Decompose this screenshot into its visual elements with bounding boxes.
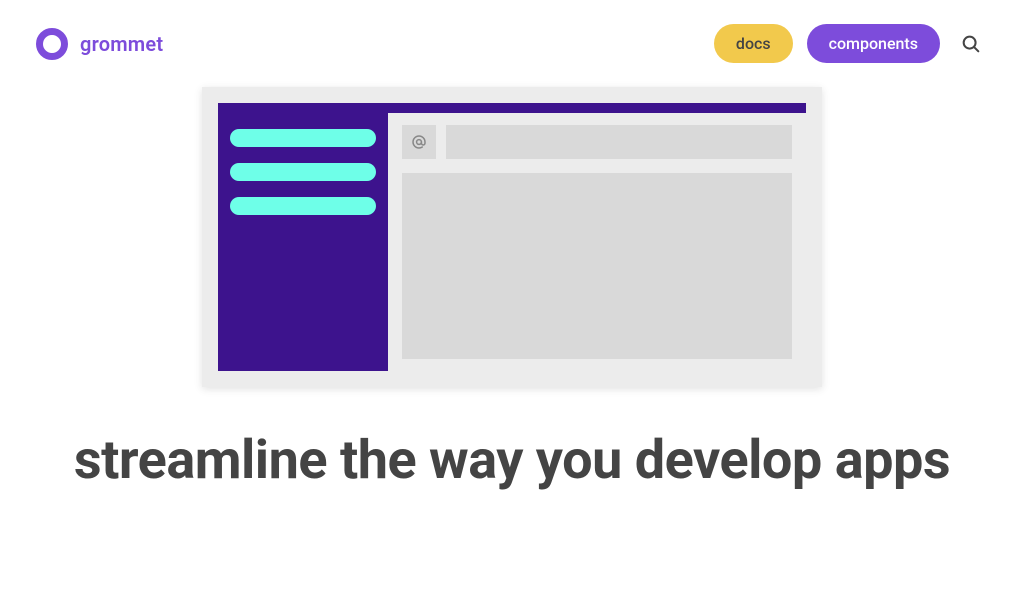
at-icon [402, 125, 436, 159]
brand-name: grommet [80, 32, 163, 56]
top-nav: docs components [714, 24, 988, 63]
mockup-nav-item [230, 129, 376, 147]
hero-illustration-wrap [0, 87, 1024, 387]
mockup-nav-item [230, 197, 376, 215]
mockup-nav-item [230, 163, 376, 181]
app-mockup-inner [218, 103, 806, 371]
mockup-topbar [218, 103, 806, 113]
mockup-content-placeholder [402, 173, 792, 359]
site-header: grommet docs components [0, 0, 1024, 87]
mockup-input-row [402, 125, 792, 159]
docs-button[interactable]: docs [714, 24, 793, 63]
brand-link[interactable]: grommet [36, 28, 163, 60]
mockup-sidebar [218, 113, 388, 371]
grommet-logo-icon [36, 28, 68, 60]
mockup-input-placeholder [446, 125, 792, 159]
hero-headline: streamline the way you develop apps [0, 431, 1024, 491]
search-icon [960, 33, 982, 55]
components-button[interactable]: components [807, 24, 940, 63]
search-button[interactable] [954, 27, 988, 61]
mockup-body [218, 113, 806, 371]
app-mockup-frame [202, 87, 822, 387]
mockup-main [388, 113, 806, 371]
